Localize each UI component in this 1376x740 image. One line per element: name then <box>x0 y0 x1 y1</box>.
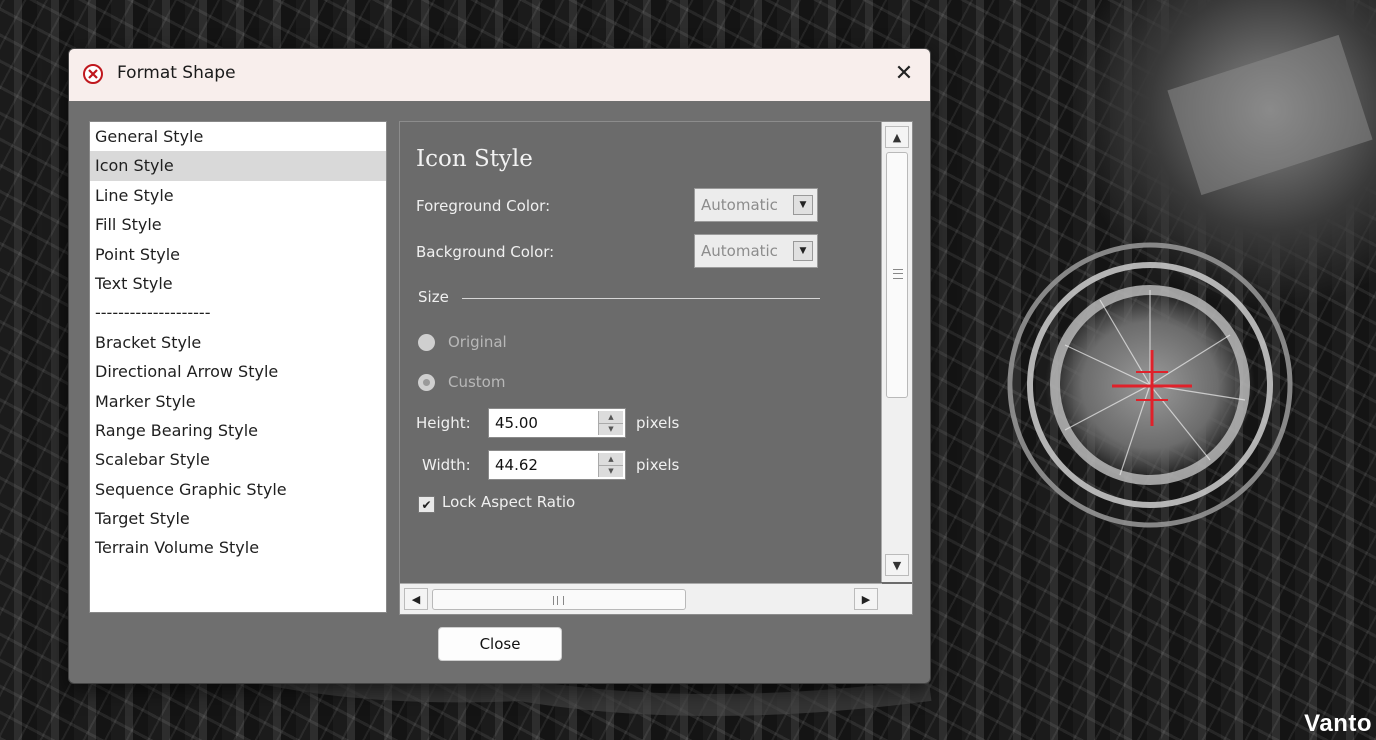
close-icon[interactable]: ✕ <box>890 59 918 87</box>
chevron-down-icon[interactable]: ▼ <box>793 241 813 261</box>
list-item[interactable]: Scalebar Style <box>90 445 386 474</box>
target-crosshair-icon <box>1112 350 1192 426</box>
list-item[interactable]: Fill Style <box>90 210 386 239</box>
background-color-select[interactable]: Automatic ▼ <box>694 234 818 268</box>
list-item[interactable]: Range Bearing Style <box>90 416 386 445</box>
list-item[interactable]: Terrain Volume Style <box>90 533 386 562</box>
height-stepper[interactable]: ▲ ▼ <box>598 411 623 435</box>
size-divider <box>462 298 820 299</box>
title-bar[interactable]: Format Shape ✕ <box>69 49 930 101</box>
width-stepper[interactable]: ▲ ▼ <box>598 453 623 477</box>
list-separator: -------------------- <box>95 303 211 323</box>
list-item[interactable]: Line Style <box>90 181 386 210</box>
foreground-color-label: Foreground Color: <box>416 197 551 215</box>
scroll-down-icon[interactable]: ▼ <box>885 554 909 576</box>
scrollbar-corner <box>882 584 912 614</box>
height-value: 45.00 <box>495 414 538 432</box>
list-item[interactable]: Target Style <box>90 504 386 533</box>
list-item[interactable]: Point Style <box>90 240 386 269</box>
chevron-down-icon[interactable]: ▼ <box>793 195 813 215</box>
foreground-color-value: Automatic <box>701 196 778 214</box>
panel-heading: Icon Style <box>416 146 533 172</box>
list-item[interactable]: Bracket Style <box>90 328 386 357</box>
scroll-right-icon[interactable]: ▶ <box>854 588 878 610</box>
horizontal-scrollbar[interactable]: ◀ ▶ <box>400 583 882 614</box>
stepper-down-icon[interactable]: ▼ <box>599 423 623 435</box>
height-input[interactable]: 45.00 ▲ ▼ <box>488 408 626 438</box>
list-item[interactable]: Icon Style <box>90 151 386 181</box>
width-value: 44.62 <box>495 456 538 474</box>
width-input[interactable]: 44.62 ▲ ▼ <box>488 450 626 480</box>
list-item[interactable]: Text Style <box>90 269 386 298</box>
vertical-scrollbar[interactable]: ▲ ▼ <box>881 122 912 582</box>
list-item[interactable]: General Style <box>90 122 386 151</box>
radio-button[interactable] <box>418 374 435 391</box>
list-item[interactable]: Directional Arrow Style <box>90 357 386 386</box>
background-color-value: Automatic <box>701 242 778 260</box>
radio-button[interactable] <box>418 334 435 351</box>
close-button[interactable]: Close <box>438 627 562 661</box>
horizontal-scroll-thumb[interactable] <box>432 589 686 610</box>
dialog-title: Format Shape <box>117 63 236 83</box>
watermark: Vanto <box>1304 710 1372 737</box>
app-icon <box>83 64 103 84</box>
width-label: Width: <box>422 456 471 474</box>
scroll-up-icon[interactable]: ▲ <box>885 126 909 148</box>
stepper-down-icon[interactable]: ▼ <box>599 465 623 477</box>
format-shape-dialog: Format Shape ✕ General Style Icon Style Li… <box>68 48 931 684</box>
foreground-color-select[interactable]: Automatic ▼ <box>694 188 818 222</box>
list-item[interactable]: Sequence Graphic Style <box>90 475 386 504</box>
height-unit: pixels <box>636 414 680 432</box>
custom-radio-label: Custom <box>448 373 506 391</box>
style-settings-panel: Icon Style Foreground Color: Automatic ▼… <box>399 121 913 615</box>
width-unit: pixels <box>636 456 680 474</box>
style-list[interactable]: General Style Icon Style Line Style Fill St… <box>89 121 387 613</box>
lock-aspect-ratio-label: Lock Aspect Ratio <box>442 493 576 511</box>
size-section-label: Size <box>418 288 449 306</box>
background-color-label: Background Color: <box>416 243 555 261</box>
height-label: Height: <box>416 414 471 432</box>
lock-aspect-ratio-checkbox[interactable]: ✔ <box>418 496 435 513</box>
list-item[interactable]: Marker Style <box>90 387 386 416</box>
scroll-left-icon[interactable]: ◀ <box>404 588 428 610</box>
original-radio-label: Original <box>448 333 507 351</box>
vertical-scroll-thumb[interactable] <box>886 152 908 398</box>
